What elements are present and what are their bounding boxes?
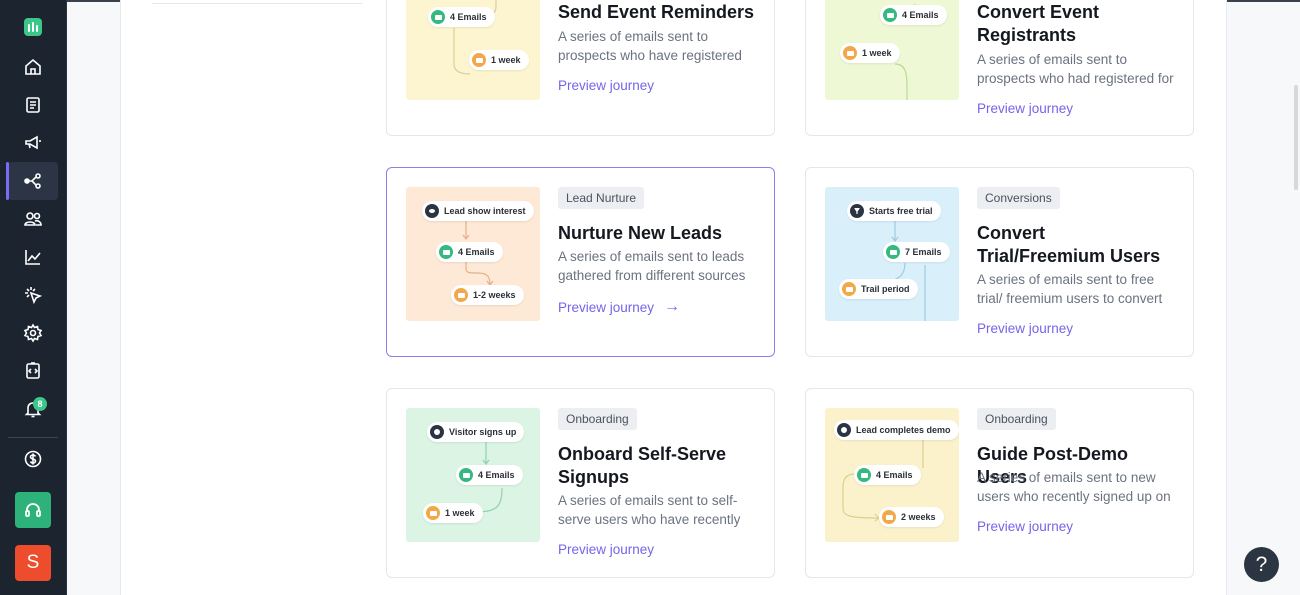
sidebar-item-journeys[interactable] [6, 162, 58, 200]
step-pill: 1 week [840, 43, 900, 63]
journey-description: A series of emails sent to prospects who… [558, 29, 742, 63]
step-pill: Lead completes demo [834, 420, 959, 440]
calendar-icon [842, 282, 856, 296]
sidebar-item-analytics[interactable] [8, 238, 58, 276]
filter-divider [152, 3, 362, 4]
sidebar: 8 S [0, 0, 67, 595]
calendar-icon [426, 506, 440, 520]
journey-title: Convert Trial/Freemium Users [977, 223, 1161, 266]
journey-description: A series of emails sent to new users who… [977, 470, 1171, 504]
user-plus-icon [430, 425, 444, 439]
headset-icon [25, 503, 41, 517]
email-icon [883, 8, 897, 22]
email-icon [431, 10, 445, 24]
journey-card[interactable]: Visitor signs up 4 Emails 1 week Onboard… [386, 388, 775, 578]
preview-journey-link[interactable]: Preview journey [558, 542, 654, 557]
journey-card[interactable]: Starts free trial 7 Emails Trail period … [805, 167, 1194, 357]
step-pill: Lead show interest [422, 201, 534, 221]
journey-title: Nurture New Leads [558, 223, 723, 243]
sidebar-item-billing[interactable] [8, 440, 58, 478]
cursor-click-icon [25, 287, 43, 305]
share-icon [24, 173, 41, 189]
user-icon [837, 423, 851, 437]
calendar-icon [472, 53, 486, 67]
journey-description: A series of emails sent to free trial/ f… [977, 272, 1163, 306]
category-tag: Onboarding [977, 408, 1056, 430]
category-tag: Onboarding [558, 408, 637, 430]
scrollbar-thumb[interactable] [1294, 85, 1298, 190]
preview-journey-link[interactable]: Preview journey [558, 78, 654, 93]
sidebar-item-audience[interactable] [8, 200, 58, 238]
step-pill: 4 Emails [436, 242, 503, 262]
journey-title: Send Event Reminders [558, 2, 755, 22]
sidebar-item-notifications[interactable] [8, 390, 58, 428]
email-icon [439, 245, 453, 259]
sidebar-item-home[interactable] [8, 48, 58, 86]
calendar-icon [882, 510, 896, 524]
step-pill: Visitor signs up [427, 422, 525, 442]
journey-flow-preview: 4 Emails 1 week [825, 0, 959, 100]
journey-card[interactable]: 4 Emails 1 week Convert Event Registrant… [805, 0, 1194, 136]
sidebar-item-content[interactable] [8, 86, 58, 124]
document-icon [26, 97, 40, 113]
eye-icon [425, 204, 439, 218]
filter-icon [850, 204, 864, 218]
step-pill: 1 week [469, 50, 529, 70]
journey-description: A series of emails sent to self-serve us… [558, 493, 741, 527]
step-pill: 4 Emails [854, 465, 921, 485]
dollar-icon [24, 450, 42, 468]
step-pill: 4 Emails [428, 7, 495, 27]
sidebar-item-settings[interactable] [8, 314, 58, 352]
megaphone-icon [25, 135, 41, 150]
sidebar-item-tracking[interactable] [8, 276, 58, 314]
journey-title: Onboard Self-Serve Signups [558, 444, 727, 487]
user-avatar[interactable]: S [15, 545, 51, 581]
journey-card[interactable]: Lead completes demo 4 Emails 2 weeks Onb… [805, 388, 1194, 578]
journey-flow-preview: Starts free trial 7 Emails Trail period [825, 187, 959, 321]
journey-flow-preview: Visitor signs up 4 Emails 1 week [406, 408, 540, 542]
step-pill: Starts free trial [847, 201, 941, 221]
notification-count-badge: 8 [33, 397, 47, 411]
help-button[interactable]: ? [1244, 547, 1279, 582]
sidebar-divider [8, 437, 58, 438]
code-icon [26, 362, 40, 379]
calendar-icon [843, 46, 857, 60]
step-pill: 4 Emails [456, 465, 523, 485]
category-tag: Lead Nurture [558, 187, 645, 209]
sidebar-item-integrations[interactable] [8, 352, 58, 390]
email-icon [857, 468, 871, 482]
journey-flow-preview: 4 Emails 1 week [406, 0, 540, 100]
step-pill: 1-2 weeks [451, 285, 524, 305]
journey-title: Convert Event Registrants [977, 2, 1100, 45]
preview-journey-link[interactable]: Preview journey [977, 101, 1073, 116]
chart-icon [25, 250, 41, 265]
email-icon [886, 245, 900, 259]
step-pill: 7 Emails [883, 242, 950, 262]
preview-journey-link[interactable]: Preview journey [977, 321, 1073, 336]
journey-description: A series of emails sent to leads gathere… [558, 249, 746, 283]
sidebar-item-campaigns[interactable] [8, 124, 58, 162]
step-pill: 2 weeks [879, 507, 944, 527]
journey-description: A series of emails sent to prospects who… [977, 52, 1174, 86]
journey-card[interactable]: 4 Emails 1 week Send Event Reminders A s… [386, 0, 775, 136]
step-pill: 1 week [423, 503, 483, 523]
journey-card[interactable]: Lead show interest 4 Emails 1-2 weeks Le… [386, 167, 775, 357]
support-button[interactable] [15, 492, 51, 528]
journey-flow-preview: Lead completes demo 4 Emails 2 weeks [825, 408, 959, 542]
preview-journey-link[interactable]: Preview journey → [558, 298, 680, 316]
arrow-right-icon: → [664, 298, 681, 315]
step-pill: 4 Emails [880, 5, 947, 25]
users-icon [24, 212, 42, 226]
app-logo[interactable] [24, 18, 42, 36]
journey-flow-preview: Lead show interest 4 Emails 1-2 weeks [406, 187, 540, 321]
preview-journey-link[interactable]: Preview journey [977, 519, 1073, 534]
home-icon [25, 58, 41, 75]
gear-icon [23, 323, 43, 343]
category-tag: Conversions [977, 187, 1060, 209]
calendar-icon [454, 288, 468, 302]
email-icon [459, 468, 473, 482]
step-pill: Trail period [839, 279, 918, 299]
